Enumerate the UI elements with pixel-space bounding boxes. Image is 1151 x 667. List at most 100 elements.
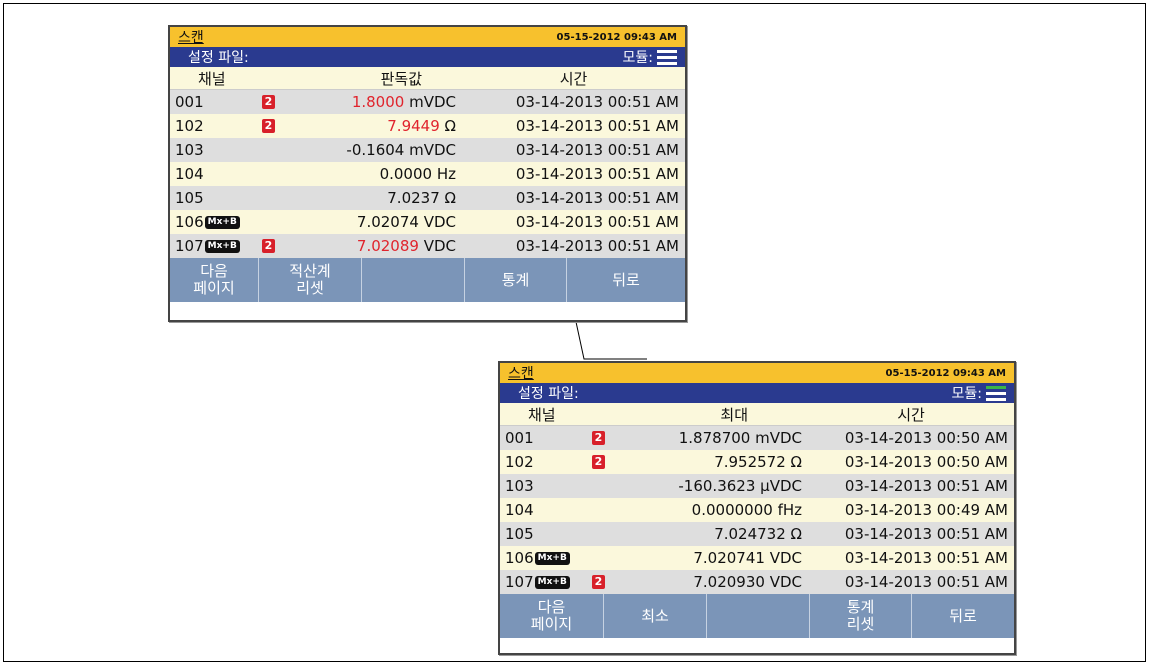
module-status-icon <box>657 49 677 65</box>
alarm-2-icon: 2 <box>592 431 605 445</box>
channel-cell: 103 <box>170 141 262 159</box>
value-cell: 7.952572 Ω <box>620 453 808 471</box>
table-row[interactable]: 103 -160.3623 μVDC 03-14-2013 00:51 AM <box>500 474 1014 498</box>
softkey-4[interactable]: 통계 리셋 <box>810 594 912 638</box>
table-row[interactable]: 106 Mx+B 7.02074 VDC 03-14-2013 00:51 AM <box>170 210 685 234</box>
value-unit: mVDC <box>404 93 456 111</box>
table-row[interactable]: 107 Mx+B 2 7.020930 VDC 03-14-2013 00:51 AM <box>500 570 1014 594</box>
value-cell: 0.0000 Hz <box>290 165 462 183</box>
channel-cell: 107 Mx+B <box>500 573 592 591</box>
value-cell: 7.9449 Ω <box>290 117 462 135</box>
datetime: 05-15-2012 09:43 AM <box>885 367 1006 379</box>
channel-number: 106 <box>175 213 204 231</box>
alarm-cell: 2 <box>262 95 290 109</box>
softkey-4[interactable]: 통계 <box>465 258 567 302</box>
table-header: 채널 최대 시간 <box>500 403 1014 426</box>
value-number: 7.020930 <box>693 573 765 591</box>
value-number: 7.024732 <box>714 525 786 543</box>
channel-cell: 107 Mx+B <box>170 237 262 255</box>
channel-cell: 104 <box>170 165 262 183</box>
value-number: 7.020741 <box>693 549 765 567</box>
softkey-5[interactable]: 뒤로 <box>567 258 685 302</box>
value-number: 7.02089 <box>356 237 419 255</box>
mx-b-badge: Mx+B <box>204 239 240 253</box>
title-bar: 스캔 05-15-2012 09:43 AM <box>500 363 1014 383</box>
value-number: -0.1604 <box>346 141 405 159</box>
mx-b-badge: Mx+B <box>534 575 570 589</box>
time-cell: 03-14-2013 00:51 AM <box>844 549 1008 567</box>
channel-number: 102 <box>505 453 534 471</box>
channel-number: 104 <box>505 501 534 519</box>
value-cell: 1.878700 mVDC <box>620 429 808 447</box>
alarm-cell: 2 <box>262 119 290 133</box>
value-number: 0.0000000 <box>691 501 773 519</box>
config-file-label: 설정 파일: <box>518 386 579 402</box>
channel-cell: 105 <box>500 525 592 543</box>
scan-screen-statistics: 스캔 05-15-2012 09:43 AM 설정 파일: 모듈: 채널 최대 … <box>498 361 1016 655</box>
softkey-1[interactable]: 다음 페이지 <box>170 258 259 302</box>
table-row[interactable]: 001 2 1.8000 mVDC 03-14-2013 00:51 AM <box>170 90 685 114</box>
value-unit: fHz <box>772 501 802 519</box>
softkey-1[interactable]: 다음 페이지 <box>500 594 604 638</box>
channel-number: 105 <box>175 189 204 207</box>
time-cell: 03-14-2013 00:51 AM <box>844 573 1008 591</box>
config-bar: 설정 파일: 모듈: <box>170 47 685 67</box>
channel-number: 105 <box>505 525 534 543</box>
channel-cell: 105 <box>170 189 262 207</box>
table-row[interactable]: 102 2 7.9449 Ω 03-14-2013 00:51 AM <box>170 114 685 138</box>
value-number: 7.0237 <box>387 189 440 207</box>
table-row[interactable]: 105 7.0237 Ω 03-14-2013 00:51 AM <box>170 186 685 210</box>
time-cell: 03-14-2013 00:50 AM <box>844 429 1008 447</box>
channel-cell: 106 Mx+B <box>500 549 592 567</box>
value-number: 1.8000 <box>351 93 405 111</box>
table-row[interactable]: 103 -0.1604 mVDC 03-14-2013 00:51 AM <box>170 138 685 162</box>
table-row[interactable]: 104 0.0000 Hz 03-14-2013 00:51 AM <box>170 162 685 186</box>
module-label: 모듈: <box>622 50 653 66</box>
alarm-cell: 2 <box>592 455 620 469</box>
alarm-cell: 2 <box>592 575 620 589</box>
screen-title: 스캔 <box>508 366 534 382</box>
table-row[interactable]: 107 Mx+B 2 7.02089 VDC 03-14-2013 00:51 AM <box>170 234 685 258</box>
softkey-3[interactable] <box>707 594 810 638</box>
value-cell: 7.024732 Ω <box>620 525 808 543</box>
channel-number: 107 <box>505 573 534 591</box>
value-cell: 7.0237 Ω <box>290 189 462 207</box>
softkey-2[interactable]: 최소 <box>604 594 707 638</box>
alarm-2-icon: 2 <box>262 119 275 133</box>
value-cell: -0.1604 mVDC <box>290 141 462 159</box>
channel-cell: 103 <box>500 477 592 495</box>
mx-b-badge: Mx+B <box>204 215 240 229</box>
softkey-bar: 다음 페이지 적산계 리셋 통계 뒤로 <box>170 258 685 302</box>
channel-cell: 102 <box>170 117 262 135</box>
table-row[interactable]: 001 2 1.878700 mVDC 03-14-2013 00:50 AM <box>500 426 1014 450</box>
value-unit: Ω <box>439 189 456 207</box>
table-row[interactable]: 102 2 7.952572 Ω 03-14-2013 00:50 AM <box>500 450 1014 474</box>
value-unit: Hz <box>432 165 456 183</box>
time-cell: 03-14-2013 00:51 AM <box>515 165 679 183</box>
channel-number: 103 <box>505 477 534 495</box>
value-cell: 7.020741 VDC <box>620 549 808 567</box>
value-number: 0.0000 <box>379 165 433 183</box>
value-cell: -160.3623 μVDC <box>620 477 808 495</box>
value-number: 7.952572 <box>714 453 786 471</box>
table-row[interactable]: 106 Mx+B 7.020741 VDC 03-14-2013 00:51 AM <box>500 546 1014 570</box>
reading-table: 001 2 1.8000 mVDC 03-14-2013 00:51 AM 102 2 7.… <box>170 90 685 258</box>
config-file-label: 설정 파일: <box>188 50 249 66</box>
table-row[interactable]: 104 0.0000000 fHz 03-14-2013 00:49 AM <box>500 498 1014 522</box>
softkey-2[interactable]: 적산계 리셋 <box>259 258 362 302</box>
value-unit: Ω <box>785 525 802 543</box>
value-cell: 0.0000000 fHz <box>620 501 808 519</box>
value-unit: VDC <box>764 549 802 567</box>
time-cell: 03-14-2013 00:51 AM <box>515 93 679 111</box>
softkey-3[interactable] <box>362 258 465 302</box>
channel-cell: 001 <box>170 93 262 111</box>
alarm-2-icon: 2 <box>592 575 605 589</box>
softkey-5[interactable]: 뒤로 <box>912 594 1014 638</box>
channel-cell: 104 <box>500 501 592 519</box>
value-cell: 7.02074 VDC <box>290 213 462 231</box>
alarm-2-icon: 2 <box>262 239 275 253</box>
value-cell: 7.020930 VDC <box>620 573 808 591</box>
table-row[interactable]: 105 7.024732 Ω 03-14-2013 00:51 AM <box>500 522 1014 546</box>
value-cell: 1.8000 mVDC <box>290 93 462 111</box>
value-unit: VDC <box>418 237 456 255</box>
